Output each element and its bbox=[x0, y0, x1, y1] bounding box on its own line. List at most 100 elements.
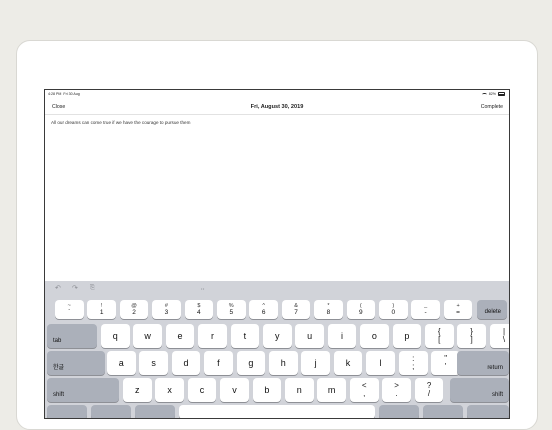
status-bar: 4:28 PM Fri 30 Aug 82% bbox=[45, 90, 509, 98]
tab-key[interactable]: tab bbox=[47, 324, 97, 348]
key-sym-z-2[interactable]: ? / bbox=[414, 378, 444, 402]
bottom-key-6[interactable] bbox=[423, 405, 463, 418]
key-sym-z-1[interactable]: >. bbox=[382, 378, 411, 402]
key-label: q bbox=[112, 331, 118, 341]
key-t[interactable]: t bbox=[230, 324, 260, 348]
key-label: w bbox=[144, 331, 151, 341]
key-label: d bbox=[183, 358, 189, 368]
key-w[interactable]: w bbox=[133, 324, 162, 348]
key-label: c bbox=[199, 385, 205, 395]
key-e[interactable]: e bbox=[165, 324, 195, 348]
key-10[interactable]: (9 bbox=[346, 300, 376, 319]
key-u[interactable]: u bbox=[295, 324, 324, 348]
shift-left-key[interactable]: shift bbox=[47, 378, 119, 402]
key-char: 6 bbox=[261, 308, 266, 316]
key-h[interactable]: h bbox=[269, 351, 298, 375]
wifi-icon bbox=[481, 92, 487, 96]
key-sym-0[interactable]: {[ bbox=[425, 324, 454, 348]
key-l[interactable]: l bbox=[366, 351, 395, 375]
redo-icon[interactable]: ↷ bbox=[72, 284, 78, 292]
key-g[interactable]: g bbox=[236, 351, 266, 375]
key-12[interactable]: _ - bbox=[411, 300, 440, 319]
key-m[interactable]: m bbox=[317, 378, 346, 402]
key-label: a bbox=[118, 358, 124, 368]
key-d[interactable]: d bbox=[171, 351, 201, 375]
key-b[interactable]: b bbox=[252, 378, 282, 402]
key-r[interactable]: r bbox=[198, 324, 227, 348]
key-char: 3 bbox=[164, 308, 169, 316]
key-7[interactable]: ^ 6 bbox=[249, 300, 278, 319]
key-4[interactable]: #3 bbox=[152, 300, 181, 319]
key-x[interactable]: x bbox=[155, 378, 184, 402]
key-label: l bbox=[379, 358, 382, 368]
key-char: 4 bbox=[197, 308, 201, 316]
note-text[interactable]: All our dreams can come true if we have … bbox=[51, 120, 190, 125]
key-label: n bbox=[296, 385, 302, 395]
key-9[interactable]: * 8 bbox=[314, 300, 343, 319]
key-n[interactable]: n bbox=[285, 378, 314, 402]
keyboard-handle[interactable]: •• bbox=[201, 286, 205, 291]
key-y[interactable]: y bbox=[263, 324, 292, 348]
key-3[interactable]: @2 bbox=[119, 300, 149, 319]
key-s[interactable]: s bbox=[139, 351, 168, 375]
key-8[interactable]: & 7 bbox=[281, 300, 311, 319]
key-v[interactable]: v bbox=[220, 378, 249, 402]
key-label: p bbox=[404, 331, 410, 341]
key-sym-a-0[interactable]: :; bbox=[399, 351, 428, 375]
key-label: t bbox=[243, 331, 247, 341]
key-char: 2 bbox=[132, 308, 136, 316]
bottom-key-1[interactable] bbox=[47, 405, 87, 418]
keyboard: ↶ ↷ ⎘ •• ~ `! 1 @2 #3 $4% 5 ^ 6 & 7 * 8(9) 0 _ - + = delet… bbox=[45, 281, 509, 418]
key-f[interactable]: f bbox=[204, 351, 233, 375]
key-char: / bbox=[427, 389, 431, 398]
key-5[interactable]: $4 bbox=[184, 300, 214, 319]
korean-label: 한글 bbox=[53, 365, 65, 371]
battery-percent: 82% bbox=[488, 92, 496, 96]
key-char: 5 bbox=[229, 308, 234, 316]
space-key[interactable] bbox=[179, 405, 375, 418]
key-label: j bbox=[314, 358, 317, 368]
key-char: 8 bbox=[326, 308, 331, 316]
key-11[interactable]: ) 0 bbox=[379, 300, 408, 319]
delete-key[interactable]: delete bbox=[477, 300, 507, 319]
key-char: . bbox=[395, 389, 398, 398]
key-i[interactable]: i bbox=[327, 324, 357, 348]
key-c[interactable]: c bbox=[187, 378, 217, 402]
key-sym-1[interactable]: }] bbox=[457, 324, 486, 348]
page-title: Fri, August 30, 2019 bbox=[250, 104, 304, 110]
key-q[interactable]: q bbox=[101, 324, 130, 348]
key-sym-a-1[interactable]: " ' bbox=[431, 351, 460, 375]
bottom-key-2[interactable] bbox=[91, 405, 131, 418]
key-1[interactable]: ~ ` bbox=[55, 300, 84, 319]
key-char: ' bbox=[444, 362, 447, 371]
key-k[interactable]: k bbox=[333, 351, 363, 375]
key-char: 9 bbox=[359, 308, 363, 316]
complete-button[interactable]: Complete bbox=[481, 104, 503, 110]
key-label: s bbox=[151, 358, 156, 368]
status-time: 4:28 PM Fri 30 Aug bbox=[48, 92, 80, 96]
key-p[interactable]: p bbox=[392, 324, 422, 348]
key-char: [ bbox=[438, 335, 441, 344]
key-6[interactable]: % 5 bbox=[217, 300, 246, 319]
key-label: y bbox=[275, 331, 280, 341]
key-label: i bbox=[341, 331, 344, 341]
korean-key[interactable]: 한글 bbox=[47, 351, 105, 375]
return-key[interactable]: return bbox=[457, 351, 509, 375]
key-char: ; bbox=[412, 362, 415, 371]
key-sym-z-0[interactable]: <, bbox=[350, 378, 379, 402]
key-j[interactable]: j bbox=[301, 351, 330, 375]
key-a[interactable]: a bbox=[107, 351, 136, 375]
key-z[interactable]: z bbox=[123, 378, 152, 402]
shift-label: shift bbox=[491, 392, 503, 398]
key-label: e bbox=[177, 331, 183, 341]
bottom-key-5[interactable] bbox=[379, 405, 419, 418]
shift-right-key[interactable]: shift bbox=[450, 378, 509, 402]
key-2[interactable]: ! 1 bbox=[87, 300, 116, 319]
bottom-key-7[interactable] bbox=[467, 405, 509, 418]
paste-icon[interactable]: ⎘ bbox=[90, 285, 95, 292]
key-sym-2[interactable]: | \ bbox=[489, 324, 509, 348]
key-13[interactable]: + = bbox=[443, 300, 473, 319]
bottom-key-3[interactable] bbox=[135, 405, 175, 418]
undo-icon[interactable]: ↶ bbox=[55, 284, 61, 292]
key-o[interactable]: o bbox=[360, 324, 389, 348]
